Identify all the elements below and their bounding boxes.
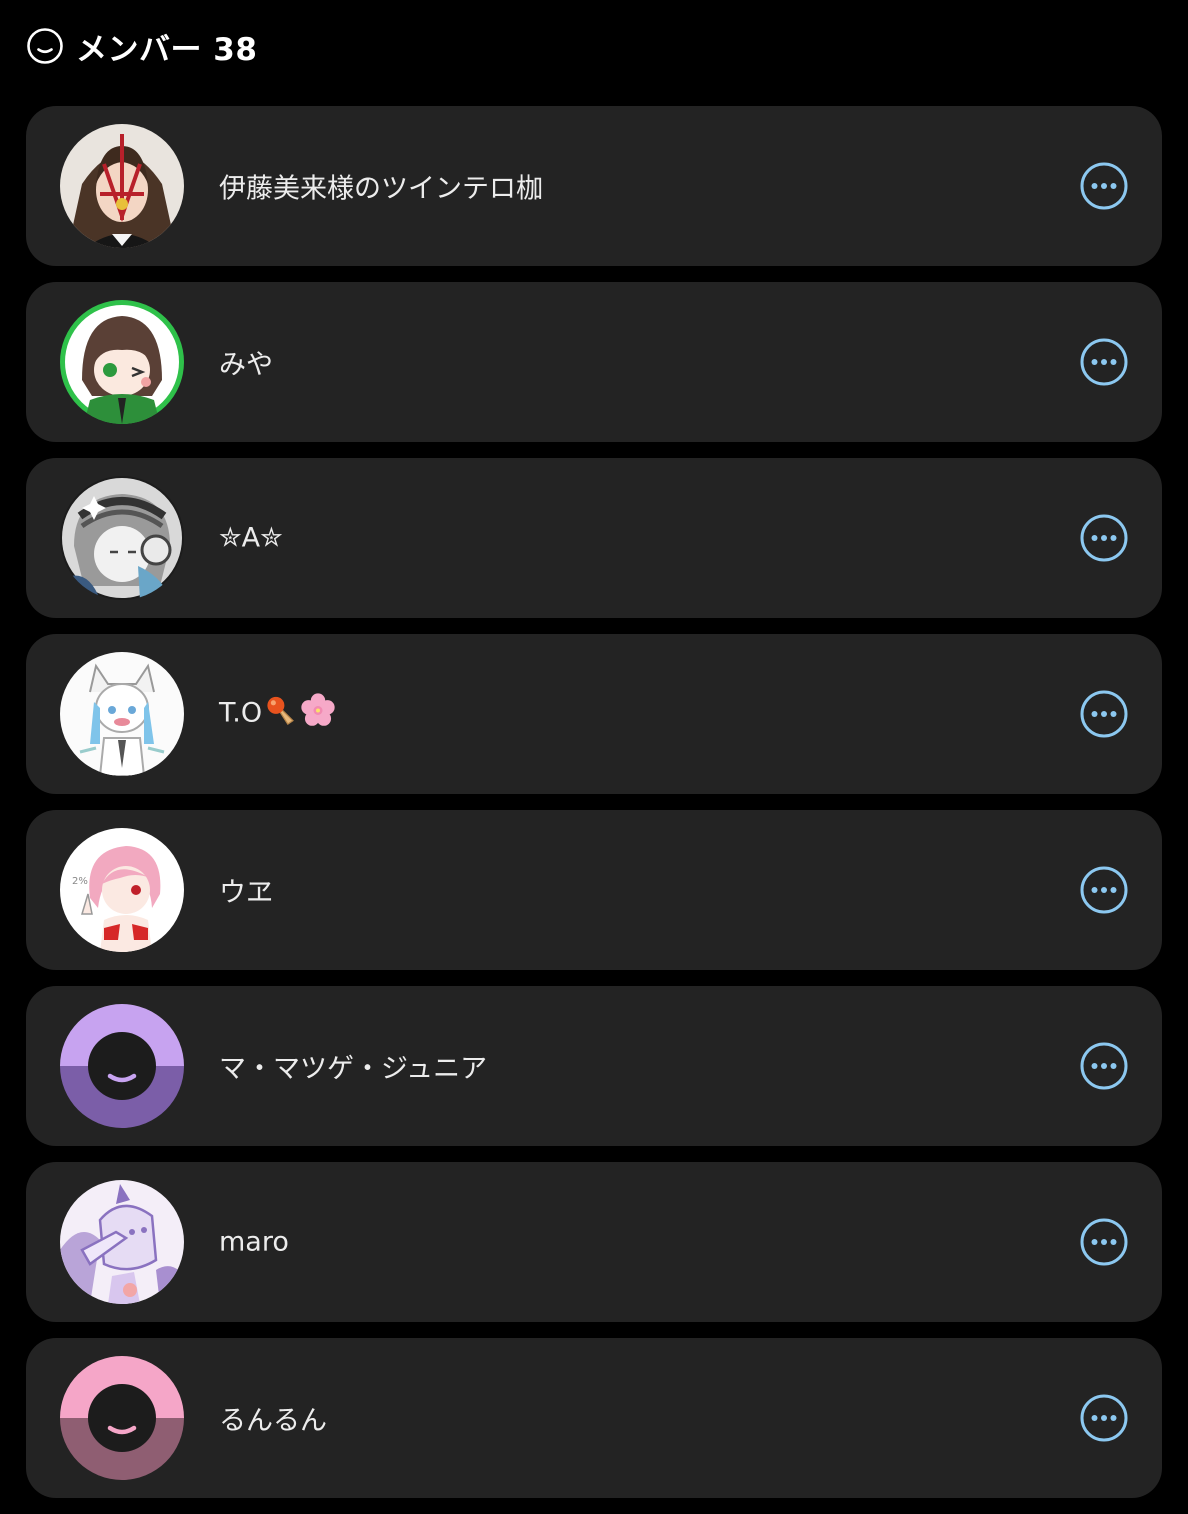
member-name: みや: [219, 349, 273, 381]
more-options-icon[interactable]: [1080, 866, 1128, 914]
member-name: maro: [219, 1226, 289, 1258]
member-name: マ・マツゲ・ジュニア: [219, 1053, 488, 1085]
member-name: T.O: [219, 693, 336, 736]
more-options-icon[interactable]: [1080, 1394, 1128, 1442]
more-options-icon[interactable]: [1080, 514, 1128, 562]
smiley-outline-icon: [26, 27, 64, 65]
member-card[interactable]: maro: [26, 1162, 1162, 1322]
more-options-icon[interactable]: [1080, 690, 1128, 738]
member-card[interactable]: 伊藤美来様のツインテロ枷: [26, 106, 1162, 266]
member-count-title: メンバー 38: [76, 31, 258, 68]
member-card[interactable]: 2% ウヱ: [26, 810, 1162, 970]
avatar[interactable]: [60, 1356, 184, 1480]
avatar[interactable]: 2%: [60, 828, 184, 952]
avatar[interactable]: [60, 1180, 184, 1304]
member-name: ✮A✮: [219, 522, 283, 554]
more-options-icon[interactable]: [1080, 1042, 1128, 1090]
avatar[interactable]: [60, 124, 184, 248]
ice-cream-cone-emoji: [264, 694, 298, 735]
member-list: 伊藤美来様のツインテロ枷 みや ✮A✮ T.O 2% ウヱ マ・マツゲ・ジュニア…: [26, 106, 1162, 1514]
svg-text:2%: 2%: [72, 876, 88, 887]
member-header: メンバー 38: [26, 26, 258, 68]
avatar[interactable]: [60, 652, 184, 776]
avatar[interactable]: [60, 1004, 184, 1128]
member-card[interactable]: るんるん: [26, 1338, 1162, 1498]
avatar[interactable]: [60, 476, 184, 600]
avatar[interactable]: [60, 300, 184, 424]
member-name: ウヱ: [219, 877, 273, 909]
member-name: 伊藤美来様のツインテロ枷: [219, 173, 543, 205]
more-options-icon[interactable]: [1080, 338, 1128, 386]
member-card[interactable]: マ・マツゲ・ジュニア: [26, 986, 1162, 1146]
member-card[interactable]: みや: [26, 282, 1162, 442]
cherry-blossom-emoji: [300, 693, 336, 736]
member-name: るんるん: [219, 1405, 327, 1437]
member-card[interactable]: ✮A✮: [26, 458, 1162, 618]
more-options-icon[interactable]: [1080, 162, 1128, 210]
more-options-icon[interactable]: [1080, 1218, 1128, 1266]
member-card[interactable]: T.O: [26, 634, 1162, 794]
